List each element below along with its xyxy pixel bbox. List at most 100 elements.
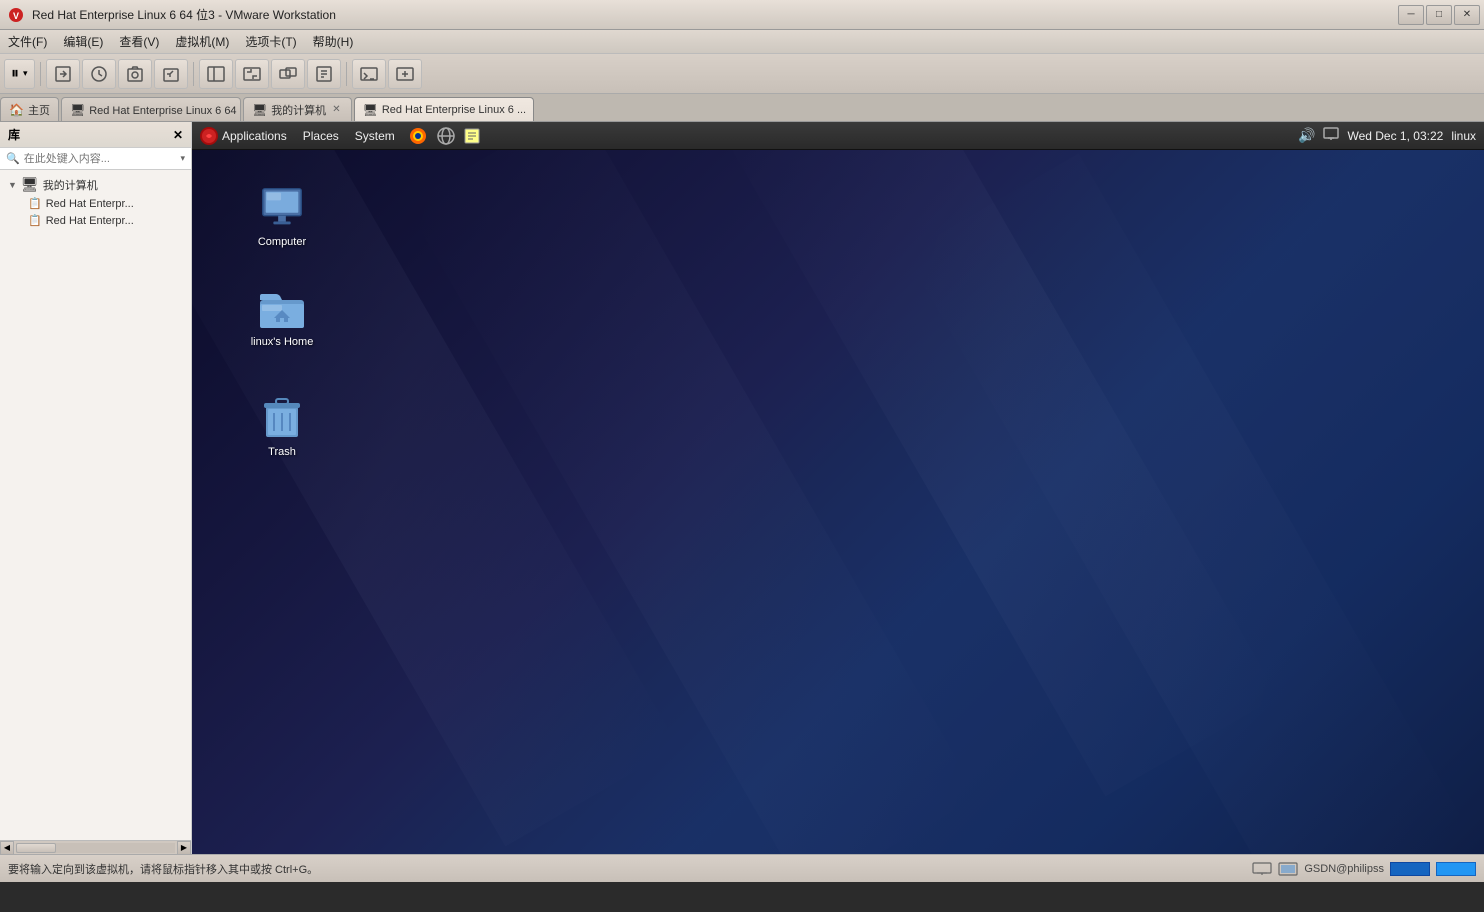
pause-dropdown[interactable]: ⏸ ▾: [4, 59, 35, 89]
tab-vm1-label: Red Hat Enterprise Linux 6 64 位: [89, 102, 241, 118]
network-status-icon: [1252, 862, 1272, 876]
tab-vm2[interactable]: 🖥 Red Hat Enterprise Linux 6 ... ✕: [354, 97, 534, 121]
horizontal-scrollbar[interactable]: ◀ ▶: [0, 840, 191, 854]
status-message: 要将输入定向到该虚拟机，请将鼠标指针移入其中或按 Ctrl+G。: [8, 861, 1252, 877]
search-icon: 🔍: [6, 152, 20, 165]
toolbar-btn-9[interactable]: [352, 59, 386, 89]
gnome-places-label: Places: [303, 129, 339, 143]
window-controls: ─ □ ✕: [1398, 5, 1484, 25]
gnome-browser-icon[interactable]: [433, 122, 459, 150]
toolbar-separator-1: [40, 62, 41, 86]
gnome-right-panel: 🔊 Wed Dec 1, 03:22 linux: [1298, 127, 1484, 144]
computer-icon-label: Computer: [258, 236, 306, 249]
sidebar: 库 ✕ 🔍 ▾ ▼ 🖥 我的计算机 📋 Red Hat Enterpr... 📋…: [0, 122, 192, 854]
tree-child-label-2: Red Hat Enterpr...: [46, 215, 134, 227]
sidebar-header: 库 ✕: [0, 122, 191, 148]
gnome-username[interactable]: linux: [1451, 129, 1476, 143]
gnome-system-label: System: [355, 129, 395, 143]
menu-bar: 文件(F) 编辑(E) 查看(V) 虚拟机(M) 选项卡(T) 帮助(H): [0, 30, 1484, 54]
home-icon-label: linux's Home: [251, 336, 314, 349]
vm-icon-2: 📋: [28, 214, 42, 227]
gnome-desktop[interactable]: Computer: [192, 150, 1484, 854]
tab-mycomp-label: 我的计算机: [271, 102, 326, 118]
toolbar-btn-2[interactable]: [82, 59, 116, 89]
tree-root[interactable]: ▼ 🖥 我的计算机: [0, 174, 191, 195]
desktop-icon-home[interactable]: linux's Home: [242, 280, 322, 353]
trash-icon-image: [258, 394, 306, 442]
menu-edit[interactable]: 编辑(E): [55, 31, 111, 52]
toolbar-btn-10[interactable]: [388, 59, 422, 89]
window-title: Red Hat Enterprise Linux 6 64 位3 - VMwar…: [32, 6, 1398, 23]
gnome-volume-icon[interactable]: 🔊: [1298, 127, 1315, 144]
toolbar-btn-4[interactable]: [154, 59, 188, 89]
menu-tab[interactable]: 选项卡(T): [237, 31, 304, 52]
sidebar-close-button[interactable]: ✕: [173, 128, 183, 142]
menu-vm[interactable]: 虚拟机(M): [167, 31, 237, 52]
vm-icon-1: 📋: [28, 197, 42, 210]
desktop-icon-trash[interactable]: Trash: [242, 390, 322, 463]
close-button[interactable]: ✕: [1454, 5, 1480, 25]
computer-icon-image: [258, 184, 306, 232]
screen-status-icon: [1278, 862, 1298, 876]
toolbar-btn-1[interactable]: [46, 59, 80, 89]
dropdown-arrow: ▾: [23, 68, 28, 79]
restore-button[interactable]: □: [1426, 5, 1452, 25]
status-bar: 要将输入定向到该虚拟机，请将鼠标指针移入其中或按 Ctrl+G。 GSDN@ph…: [0, 854, 1484, 882]
tab-home-label: 主页: [28, 102, 50, 118]
sidebar-title: 库: [8, 126, 20, 143]
tab-vm1[interactable]: 🖥 Red Hat Enterprise Linux 6 64 位 ✕: [61, 97, 241, 121]
gnome-firefox-icon[interactable]: [403, 122, 433, 150]
gnome-datetime[interactable]: Wed Dec 1, 03:22: [1347, 129, 1443, 143]
gnome-network-icon[interactable]: [1323, 127, 1339, 144]
app-icon: V: [6, 5, 26, 25]
tree-child-item-1[interactable]: 📋 Red Hat Enterpr...: [0, 195, 191, 212]
vm1-tab-icon: 🖥: [70, 103, 85, 117]
status-right-text: GSDN@philipss: [1304, 863, 1384, 875]
redhat-icon: [200, 127, 218, 145]
pause-icon: ⏸: [11, 65, 19, 83]
home-tab-icon: 🏠: [9, 103, 24, 117]
toolbar-btn-8[interactable]: [307, 59, 341, 89]
computer-icon: 🖥: [21, 176, 39, 193]
desktop-icon-computer[interactable]: Computer: [242, 180, 322, 253]
gnome-top-panel: Applications Places System: [192, 122, 1484, 150]
tab-vm2-close[interactable]: ✕: [530, 104, 533, 115]
scroll-right[interactable]: ▶: [177, 841, 191, 855]
toolbar-btn-3[interactable]: [118, 59, 152, 89]
sidebar-tree: ▼ 🖥 我的计算机 📋 Red Hat Enterpr... 📋 Red Hat…: [0, 170, 191, 840]
toolbar-separator-3: [346, 62, 347, 86]
home-icon-image: [258, 284, 306, 332]
main-content: 库 ✕ 🔍 ▾ ▼ 🖥 我的计算机 📋 Red Hat Enterpr... 📋…: [0, 122, 1484, 854]
gnome-notes-icon[interactable]: [459, 122, 485, 150]
toolbar-btn-5[interactable]: [199, 59, 233, 89]
status-right: GSDN@philipss: [1252, 862, 1476, 876]
tree-arrow: ▼: [8, 180, 17, 190]
title-bar: V Red Hat Enterprise Linux 6 64 位3 - VMw…: [0, 0, 1484, 30]
gnome-places-menu[interactable]: Places: [295, 122, 347, 150]
tab-mycomp[interactable]: 🖥 我的计算机 ✕: [243, 97, 352, 121]
tree-child-label-1: Red Hat Enterpr...: [46, 198, 134, 210]
search-input[interactable]: [24, 153, 181, 165]
gnome-system-menu[interactable]: System: [347, 122, 403, 150]
minimize-button[interactable]: ─: [1398, 5, 1424, 25]
tree-child-item-2[interactable]: 📋 Red Hat Enterpr...: [0, 212, 191, 229]
tree-root-label: 我的计算机: [43, 177, 98, 193]
scroll-left[interactable]: ◀: [0, 841, 14, 855]
gnome-apps-menu[interactable]: Applications: [192, 122, 295, 150]
vm2-tab-icon: 🖥: [363, 103, 378, 117]
dropdown-arrow-icon: ▾: [180, 153, 185, 164]
vm-display-area[interactable]: Applications Places System: [192, 122, 1484, 854]
toolbar-btn-6[interactable]: [235, 59, 269, 89]
tab-home[interactable]: 🏠 主页: [0, 97, 59, 121]
toolbar-btn-7[interactable]: [271, 59, 305, 89]
menu-view[interactable]: 查看(V): [111, 31, 167, 52]
menu-file[interactable]: 文件(F): [0, 31, 55, 52]
svg-text:V: V: [13, 11, 19, 21]
vm-indicator-2: [1436, 862, 1476, 876]
tab-vm2-label: Red Hat Enterprise Linux 6 ...: [382, 104, 526, 116]
tab-mycomp-close[interactable]: ✕: [330, 104, 342, 115]
menu-help[interactable]: 帮助(H): [305, 31, 362, 52]
toolbar-separator-2: [193, 62, 194, 86]
mycomp-tab-icon: 🖥: [252, 103, 267, 117]
sidebar-search[interactable]: 🔍 ▾: [0, 148, 191, 170]
